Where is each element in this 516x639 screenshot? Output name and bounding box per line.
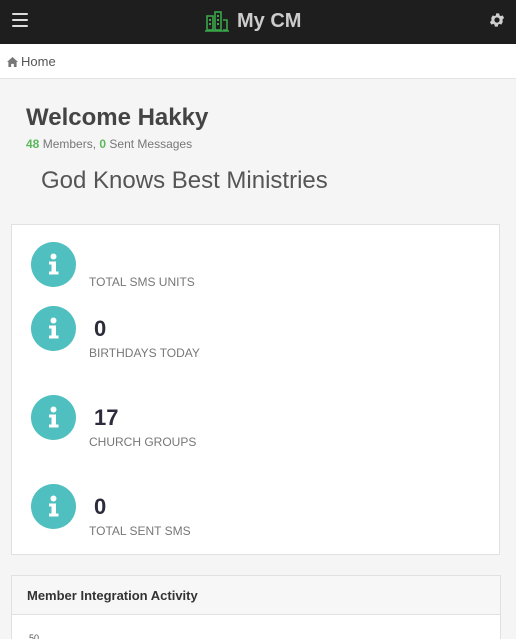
- members-label: Members,: [39, 137, 100, 151]
- hamburger-icon[interactable]: [12, 13, 28, 27]
- panel-title: Member Integration Activity: [12, 576, 500, 615]
- info-icon: [31, 242, 76, 287]
- breadcrumb-home-link[interactable]: Home: [21, 54, 56, 69]
- stat-value: 0: [94, 316, 107, 341]
- top-navbar: My CM: [0, 0, 516, 44]
- info-icon: [31, 395, 76, 440]
- info-icon: [31, 484, 76, 529]
- gear-icon[interactable]: [488, 11, 506, 29]
- breadcrumb: Home: [7, 54, 56, 69]
- breadcrumb-bar: Home: [0, 44, 516, 79]
- summary-line: 48 Members, 0 Sent Messages: [26, 137, 192, 151]
- welcome-heading: Welcome Hakky: [26, 104, 209, 131]
- building-chart-icon: [205, 11, 229, 32]
- stat-label: CHURCH GROUPS: [89, 435, 197, 449]
- members-count: 48: [26, 137, 40, 151]
- stat-label: TOTAL SMS UNITS: [89, 275, 195, 289]
- brand[interactable]: My CM: [205, 8, 301, 34]
- stat-value: 0: [94, 494, 107, 519]
- member-activity-panel: Member Integration Activity 50: [11, 575, 501, 639]
- stat-label: BIRTHDAYS TODAY: [89, 346, 200, 360]
- chart-y-tick: 50: [29, 633, 40, 639]
- info-icon: [31, 306, 76, 351]
- stats-panel: TOTAL SMS UNITS 0 BIRTHDAYS TODAY 17 CHU…: [11, 224, 500, 555]
- app-title: My CM: [237, 9, 302, 32]
- sent-label: Sent Messages: [106, 137, 193, 151]
- stat-label: TOTAL SENT SMS: [89, 524, 191, 538]
- ministry-name: God Knows Best Ministries: [41, 167, 328, 194]
- stat-value: 17: [94, 405, 119, 430]
- home-icon: [7, 56, 18, 67]
